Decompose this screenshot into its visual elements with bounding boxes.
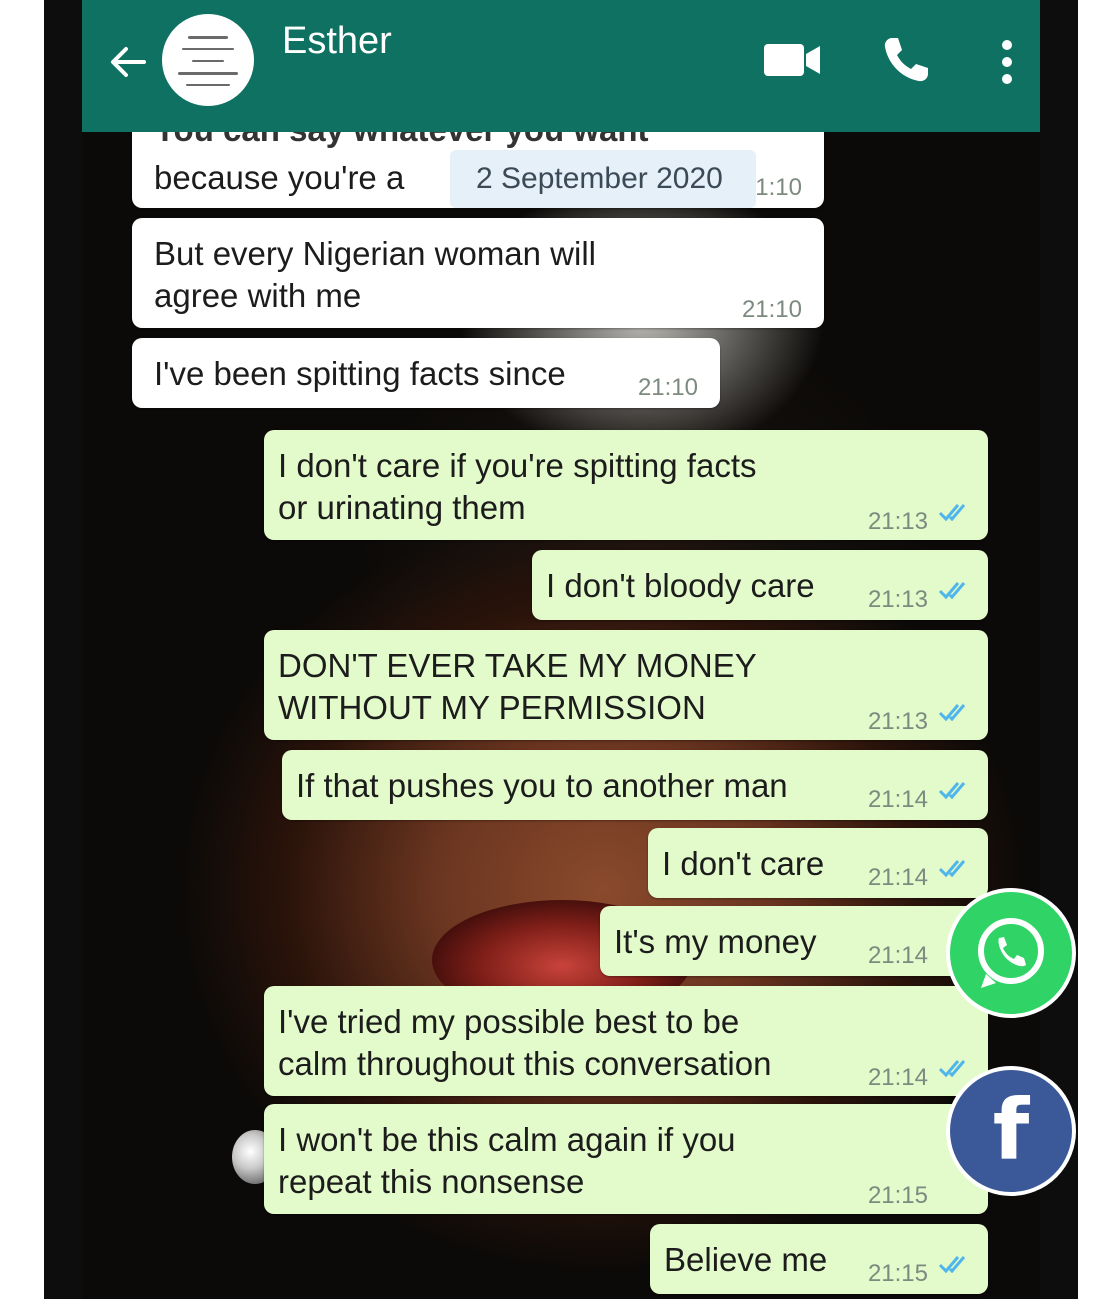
phone-screen: You can say whatever you want because yo…: [44, 0, 1078, 1299]
message-outgoing[interactable]: I don't care if you're spitting facts or…: [264, 430, 988, 540]
contact-avatar[interactable]: [162, 14, 254, 106]
message-line: Believe me: [664, 1241, 828, 1278]
message-outgoing[interactable]: DON'T EVER TAKE MY MONEY WITHOUT MY PERM…: [264, 630, 988, 740]
read-ticks-icon: [938, 582, 966, 600]
message-line: DON'T EVER TAKE MY MONEY: [278, 647, 757, 684]
message-time: 21:15: [867, 1260, 928, 1287]
video-call-icon[interactable]: [762, 40, 824, 80]
message-outgoing[interactable]: Believe me 21:15: [650, 1224, 988, 1294]
message-line: I've been spitting facts since: [154, 355, 566, 392]
message-line: WITHOUT MY PERMISSION: [278, 689, 706, 726]
message-time: 21:10: [637, 374, 698, 401]
message-line: calm throughout this conversation: [278, 1045, 772, 1082]
message-line: agree with me: [154, 277, 362, 314]
phone-call-icon[interactable]: [880, 34, 932, 86]
message-list[interactable]: You can say whatever you want because yo…: [44, 0, 1078, 1299]
message-line: I don't bloody care: [546, 567, 815, 604]
message-time: 21:13: [867, 586, 928, 613]
message-line: But every Nigerian woman will: [154, 235, 597, 272]
contact-name[interactable]: Esther: [282, 20, 392, 63]
read-ticks-icon: [938, 1060, 966, 1078]
message-time: 21:13: [867, 708, 928, 735]
message-time: 21:10: [741, 296, 802, 323]
whatsapp-share-icon: [978, 918, 1044, 988]
read-ticks-icon: [938, 704, 966, 722]
message-line: or urinating them: [278, 489, 526, 526]
read-ticks-icon: [938, 1256, 966, 1274]
back-arrow-icon[interactable]: [104, 38, 152, 86]
message-line: repeat this nonsense: [278, 1163, 585, 1200]
date-chip: 2 September 2020: [450, 150, 756, 208]
read-ticks-icon: [938, 504, 966, 522]
message-time: 21:13: [867, 508, 928, 535]
message-incoming[interactable]: But every Nigerian woman will agree with…: [132, 218, 824, 328]
message-outgoing[interactable]: I don't bloody care 21:13: [532, 550, 988, 620]
message-time: 21:14: [867, 864, 928, 891]
message-outgoing[interactable]: I've tried my possible best to be calm t…: [264, 986, 988, 1096]
message-line: I don't care if you're spitting facts: [278, 447, 757, 484]
message-time: 21:14: [867, 786, 928, 813]
message-line: I won't be this calm again if you: [278, 1121, 736, 1158]
whatsapp-share-button[interactable]: [946, 888, 1076, 1018]
read-ticks-icon: [938, 782, 966, 800]
chat-header: Esther: [82, 0, 1040, 132]
message-outgoing[interactable]: If that pushes you to another man 21:14: [282, 750, 988, 820]
message-time: 21:14: [867, 942, 928, 969]
more-options-icon[interactable]: [1000, 38, 1014, 86]
message-line: I've tried my possible best to be: [278, 1003, 740, 1040]
message-line: It's my money: [614, 923, 817, 960]
message-time: 21:15: [867, 1182, 928, 1209]
message-outgoing[interactable]: It's my money 21:14: [600, 906, 988, 976]
message-line: because you're a: [154, 159, 405, 196]
message-line: I don't care: [662, 845, 825, 882]
message-incoming[interactable]: I've been spitting facts since 21:10: [132, 338, 720, 408]
facebook-share-button[interactable]: f: [946, 1066, 1076, 1196]
message-time: 21:14: [867, 1064, 928, 1091]
message-outgoing[interactable]: I won't be this calm again if you repeat…: [264, 1104, 988, 1214]
read-ticks-icon: [938, 860, 966, 878]
message-line: If that pushes you to another man: [296, 767, 788, 804]
message-outgoing[interactable]: I don't care 21:14: [648, 828, 988, 898]
facebook-share-icon: f: [992, 1081, 1030, 1179]
